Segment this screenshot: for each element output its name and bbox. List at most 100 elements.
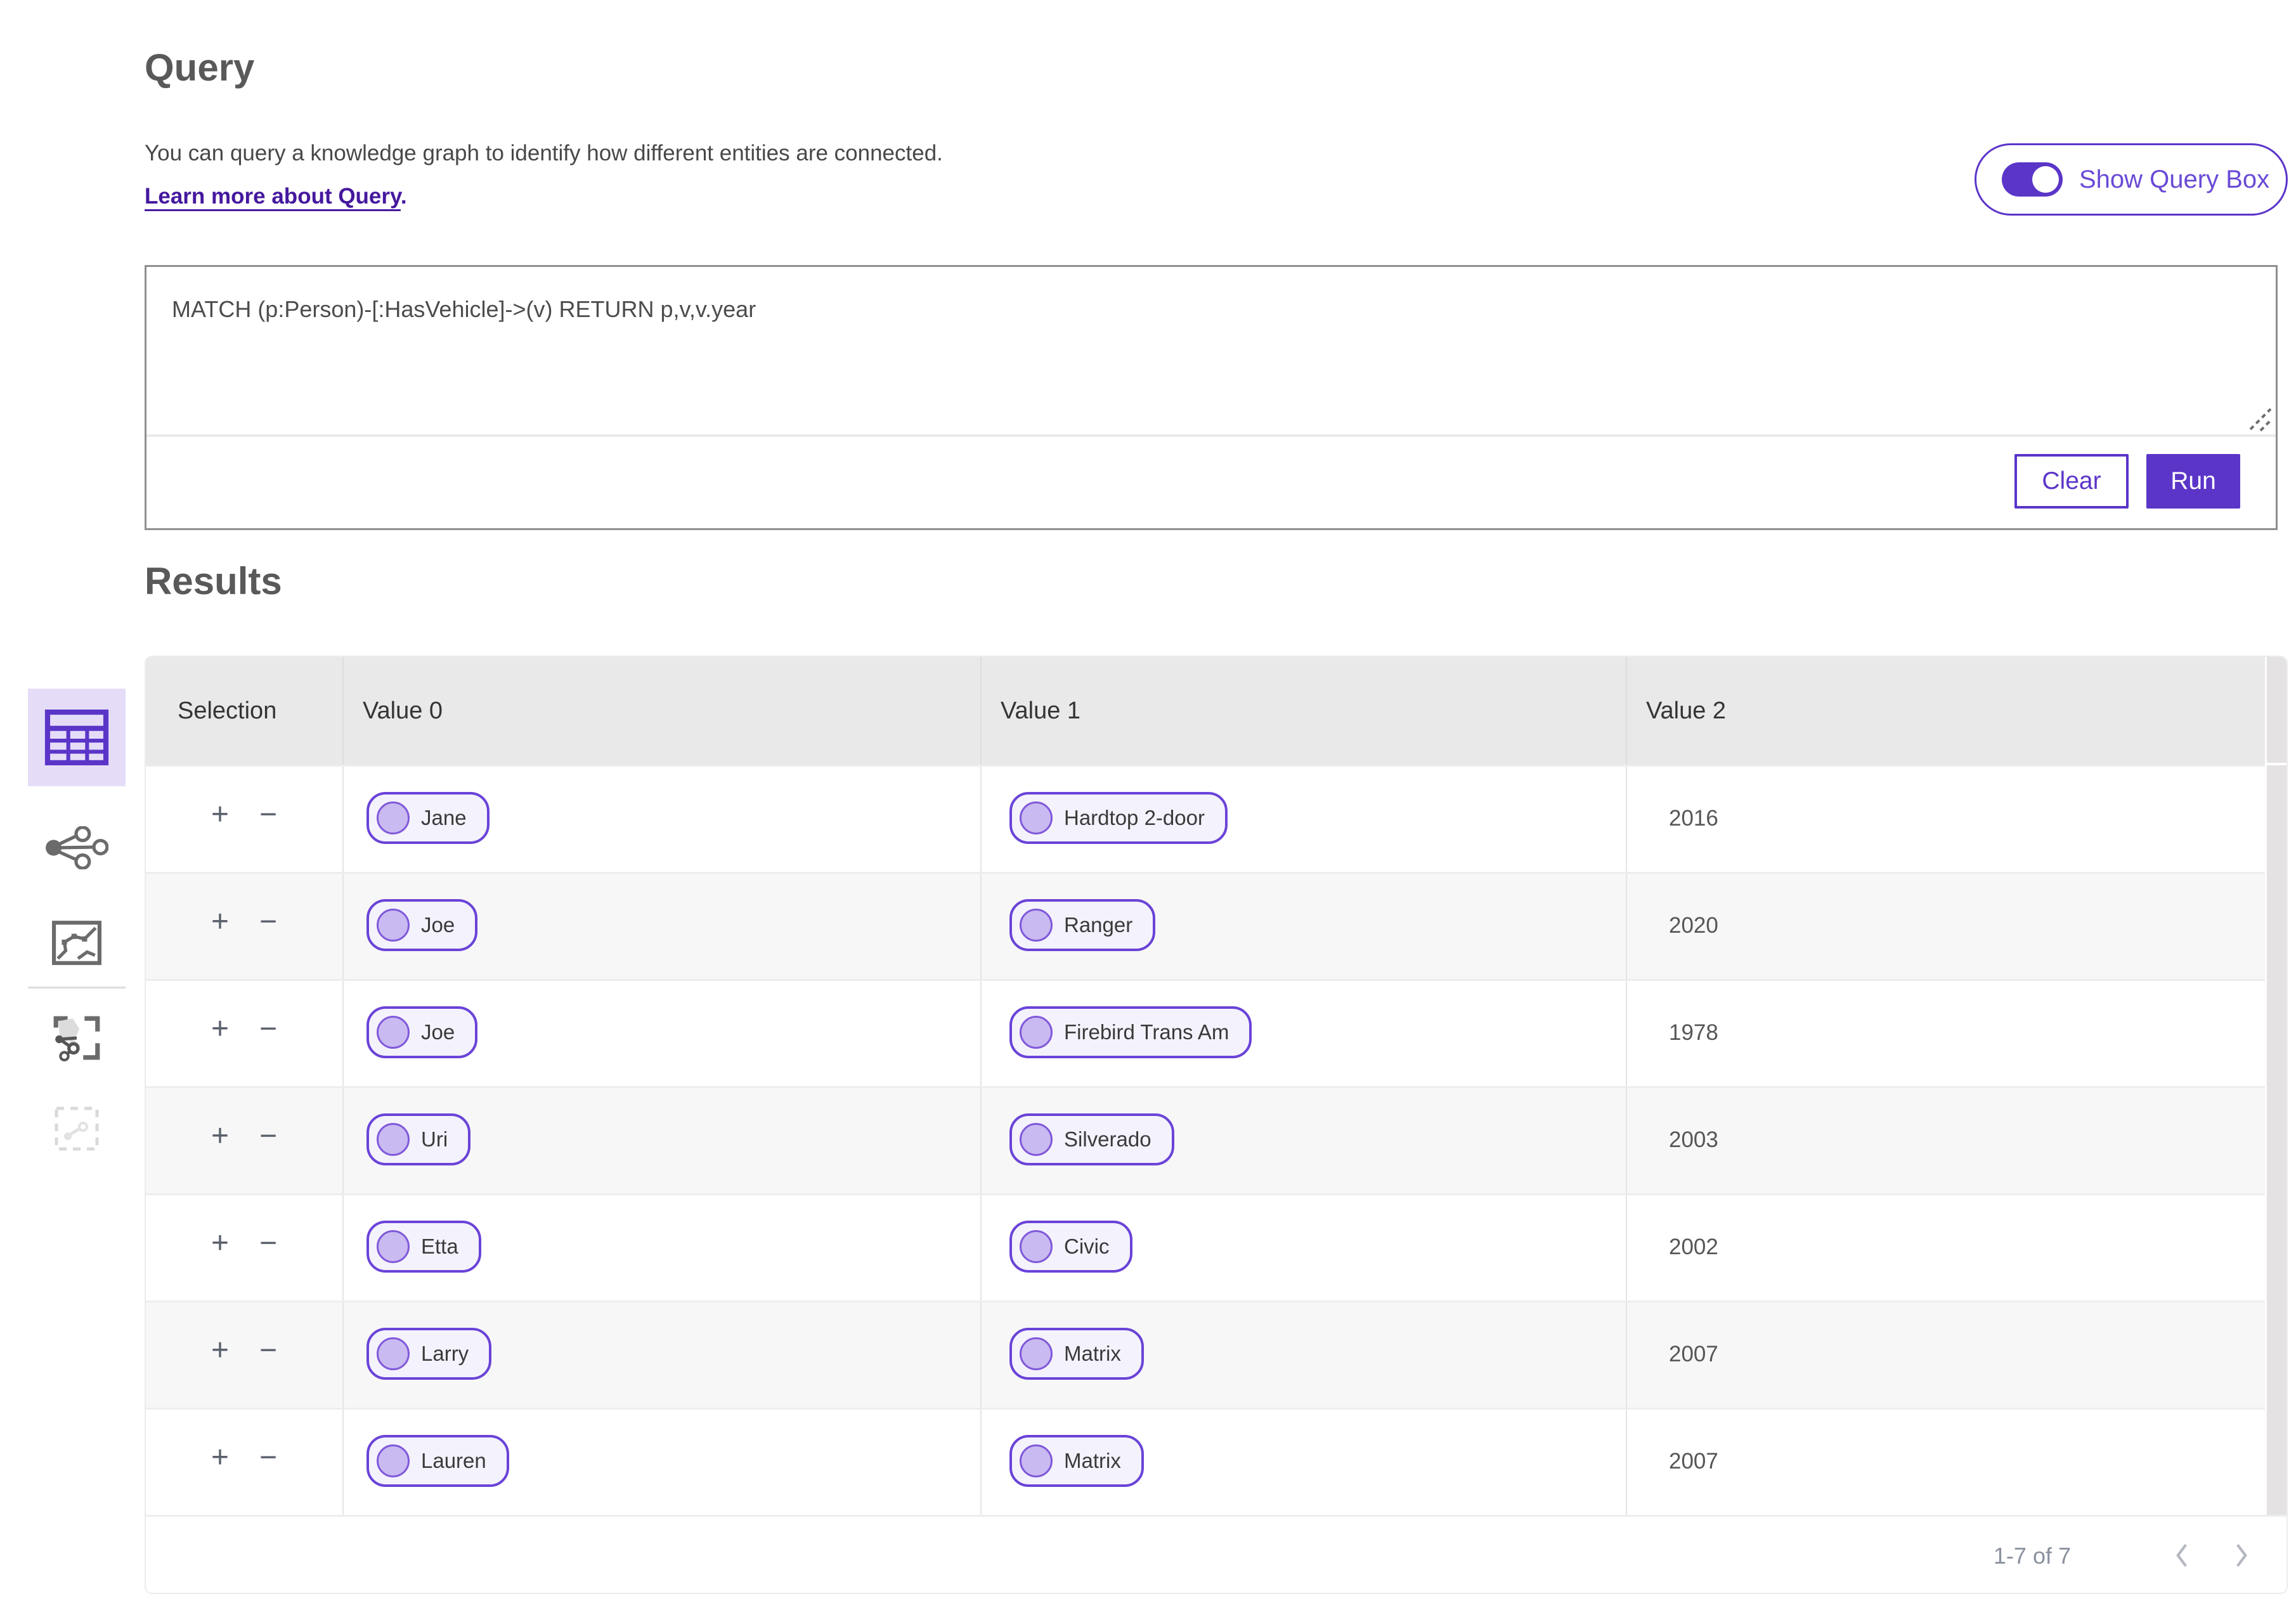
value1-cell: Hardtop 2-door: [980, 767, 1626, 872]
textarea-resize-handle-icon[interactable]: [2244, 403, 2273, 432]
person-node-pill[interactable]: Joe: [366, 1006, 478, 1058]
sidebar-item-graph-view[interactable]: [28, 799, 126, 897]
toggle-label: Show Query Box: [2079, 165, 2270, 193]
vehicle-node-pill[interactable]: Hardtop 2-door: [1009, 792, 1228, 844]
add-to-selection-button[interactable]: +: [211, 907, 229, 937]
show-query-box-toggle[interactable]: Show Query Box: [1975, 143, 2288, 216]
query-box: MATCH (p:Person)-[:HasVehicle]->(v) RETU…: [145, 265, 2278, 530]
column-header-value0: Value 0: [342, 657, 980, 765]
vehicle-node-pill[interactable]: Matrix: [1009, 1435, 1144, 1487]
value1-cell: Matrix: [980, 1302, 1626, 1408]
person-node-pill[interactable]: Larry: [366, 1328, 492, 1380]
remove-from-selection-button[interactable]: −: [259, 1443, 277, 1473]
table-footer: 1-7 of 7: [146, 1515, 2286, 1595]
vehicle-node-pill[interactable]: Civic: [1009, 1221, 1132, 1273]
sidebar-item-table-view[interactable]: [28, 689, 126, 786]
knowledge-graph-query-page: Query Show Query Box You can query a kno…: [0, 0, 2296, 1615]
value2-cell: 2020: [1626, 874, 2286, 979]
person-node-pill[interactable]: Uri: [366, 1113, 471, 1165]
person-node-pill[interactable]: Joe: [366, 899, 478, 951]
node-dot-icon: [377, 1444, 410, 1477]
vehicle-node-pill[interactable]: Silverado: [1009, 1113, 1174, 1165]
add-to-selection-button[interactable]: +: [211, 800, 229, 830]
remove-from-selection-button[interactable]: −: [259, 1335, 277, 1366]
learn-more-row: Learn more about Query.: [145, 184, 407, 209]
learn-more-link[interactable]: Learn more about Query: [145, 184, 401, 209]
node-dot-icon: [1020, 1230, 1053, 1263]
value2-cell: 1978: [1626, 981, 2286, 1086]
value1-cell: Firebird Trans Am: [980, 981, 1626, 1086]
vehicle-node-pill[interactable]: Ranger: [1009, 899, 1156, 951]
selection-cell: + −: [146, 767, 342, 872]
remove-from-selection-button[interactable]: −: [259, 1228, 277, 1259]
value0-cell: Jane: [342, 767, 980, 872]
run-button[interactable]: Run: [2146, 454, 2240, 509]
selection-cell: + −: [146, 1410, 342, 1515]
subgraph-selection-icon: [53, 1016, 100, 1061]
node-dot-icon: [1020, 1016, 1053, 1049]
value0-cell: Joe: [342, 981, 980, 1086]
remove-from-selection-button[interactable]: −: [259, 1121, 277, 1151]
pagination-prev-button[interactable]: [2170, 1542, 2194, 1571]
query-input[interactable]: MATCH (p:Person)-[:HasVehicle]->(v) RETU…: [146, 267, 2276, 437]
query-description: You can query a knowledge graph to ident…: [145, 141, 943, 165]
person-node-pill[interactable]: Lauren: [366, 1435, 509, 1487]
add-to-selection-button[interactable]: +: [211, 1121, 229, 1151]
clear-button[interactable]: Clear: [2014, 454, 2129, 509]
node-dot-icon: [377, 1230, 410, 1263]
vehicle-node-pill[interactable]: Firebird Trans Am: [1009, 1006, 1252, 1058]
value2-cell: 2002: [1626, 1195, 2286, 1300]
node-dot-icon: [377, 801, 410, 834]
table-row: + − Larry Matrix 2007: [146, 1300, 2286, 1408]
node-dot-icon: [1020, 1444, 1053, 1477]
table-row: + − Etta Civic 2002: [146, 1193, 2286, 1300]
query-section-title: Query: [145, 46, 255, 89]
value2-cell: 2003: [1626, 1088, 2286, 1193]
remove-from-selection-button[interactable]: −: [259, 800, 277, 830]
chevron-left-icon: [2176, 1543, 2187, 1567]
node-dot-icon: [377, 1016, 410, 1049]
selection-cell: + −: [146, 1302, 342, 1408]
selection-view-disabled-icon: [55, 1106, 99, 1151]
results-table: Selection Value 0 Value 1 Value 2 + − Ja…: [145, 656, 2288, 1594]
remove-from-selection-button[interactable]: −: [259, 907, 277, 937]
node-dot-icon: [1020, 1337, 1053, 1370]
add-to-selection-button[interactable]: +: [211, 1014, 229, 1044]
value0-cell: Lauren: [342, 1410, 980, 1515]
node-dot-icon: [1020, 801, 1053, 834]
node-dot-icon: [377, 1123, 410, 1156]
table-scrollbar[interactable]: [2265, 657, 2286, 1515]
add-to-selection-button[interactable]: +: [211, 1335, 229, 1366]
value2-cell: 2007: [1626, 1302, 2286, 1408]
table-row: + − Jane Hardtop 2-door 2016: [146, 765, 2286, 872]
graph-view-icon: [46, 826, 108, 869]
add-to-selection-button[interactable]: +: [211, 1228, 229, 1259]
learn-more-period: .: [400, 184, 407, 209]
pagination-range: 1-7 of 7: [1993, 1543, 2071, 1569]
table-row: + − Lauren Matrix 2007: [146, 1408, 2286, 1515]
value1-cell: Civic: [980, 1195, 1626, 1300]
sidebar-item-subgraph-selection-view[interactable]: [28, 989, 126, 1087]
table-row: + − Joe Firebird Trans Am 1978: [146, 979, 2286, 1086]
value0-cell: Uri: [342, 1088, 980, 1193]
map-view-icon: [52, 921, 101, 965]
pagination-next-button[interactable]: [2229, 1542, 2254, 1571]
results-section-title: Results: [145, 560, 282, 602]
table-row: + − Uri Silverado 2003: [146, 1086, 2286, 1193]
person-node-pill[interactable]: Jane: [366, 792, 490, 844]
person-node-pill[interactable]: Etta: [366, 1221, 481, 1273]
selection-cell: + −: [146, 874, 342, 979]
value0-cell: Etta: [342, 1195, 980, 1300]
remove-from-selection-button[interactable]: −: [259, 1014, 277, 1044]
vehicle-node-pill[interactable]: Matrix: [1009, 1328, 1144, 1380]
add-to-selection-button[interactable]: +: [211, 1443, 229, 1473]
sidebar-item-map-view[interactable]: [28, 894, 126, 992]
query-input-text: MATCH (p:Person)-[:HasVehicle]->(v) RETU…: [172, 296, 756, 322]
sidebar-item-selection-view[interactable]: [28, 1080, 126, 1177]
selection-cell: + −: [146, 1088, 342, 1193]
column-header-value1: Value 1: [980, 657, 1626, 765]
node-dot-icon: [1020, 1123, 1053, 1156]
table-header-row: Selection Value 0 Value 1 Value 2: [146, 657, 2286, 765]
value2-cell: 2007: [1626, 1410, 2286, 1515]
value2-cell: 2016: [1626, 767, 2286, 872]
